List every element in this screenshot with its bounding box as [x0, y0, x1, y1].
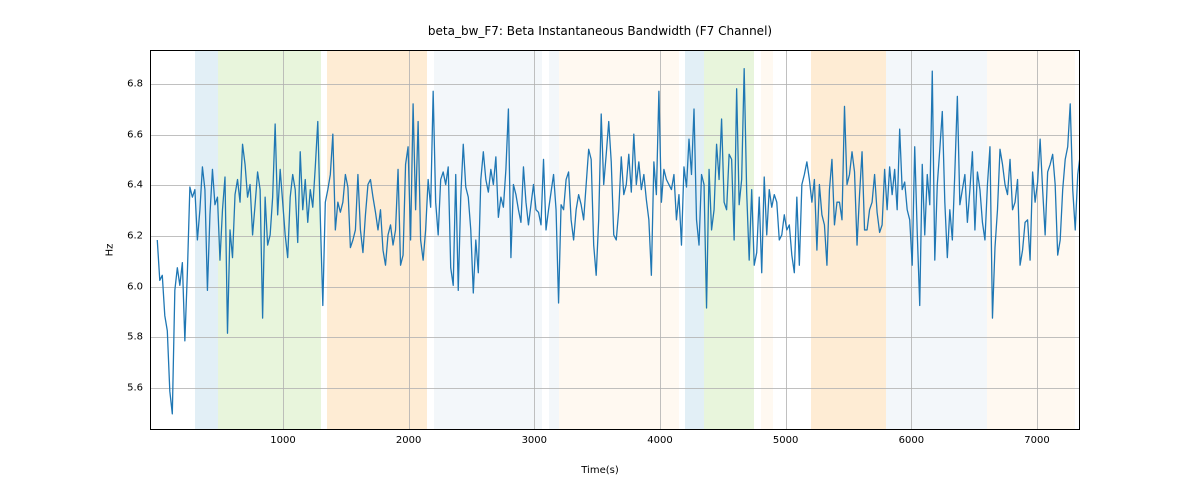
xtick-label: 1000 [270, 429, 295, 446]
x-axis-label: Time(s) [0, 465, 1200, 476]
xtick-label: 5000 [773, 429, 798, 446]
y-axis-label: Hz [105, 244, 116, 257]
chart-axes: 1000200030004000500060007000 5.65.86.06.… [150, 50, 1080, 430]
ytick-label: 6.8 [127, 78, 151, 89]
ytick-label: 6.0 [127, 281, 151, 292]
chart-figure: beta_bw_F7: Beta Instantaneous Bandwidth… [0, 0, 1200, 500]
xtick-label: 2000 [396, 429, 421, 446]
chart-title: beta_bw_F7: Beta Instantaneous Bandwidth… [0, 24, 1200, 38]
series-line [157, 69, 1079, 414]
plot-area [151, 51, 1079, 429]
ytick-label: 6.6 [127, 129, 151, 140]
xtick-label: 7000 [1024, 429, 1049, 446]
ytick-label: 5.8 [127, 332, 151, 343]
xtick-label: 6000 [899, 429, 924, 446]
ytick-label: 6.2 [127, 230, 151, 241]
ytick-label: 5.6 [127, 382, 151, 393]
line-series [151, 51, 1079, 429]
xtick-label: 3000 [522, 429, 547, 446]
ytick-label: 6.4 [127, 180, 151, 191]
xtick-label: 4000 [647, 429, 672, 446]
